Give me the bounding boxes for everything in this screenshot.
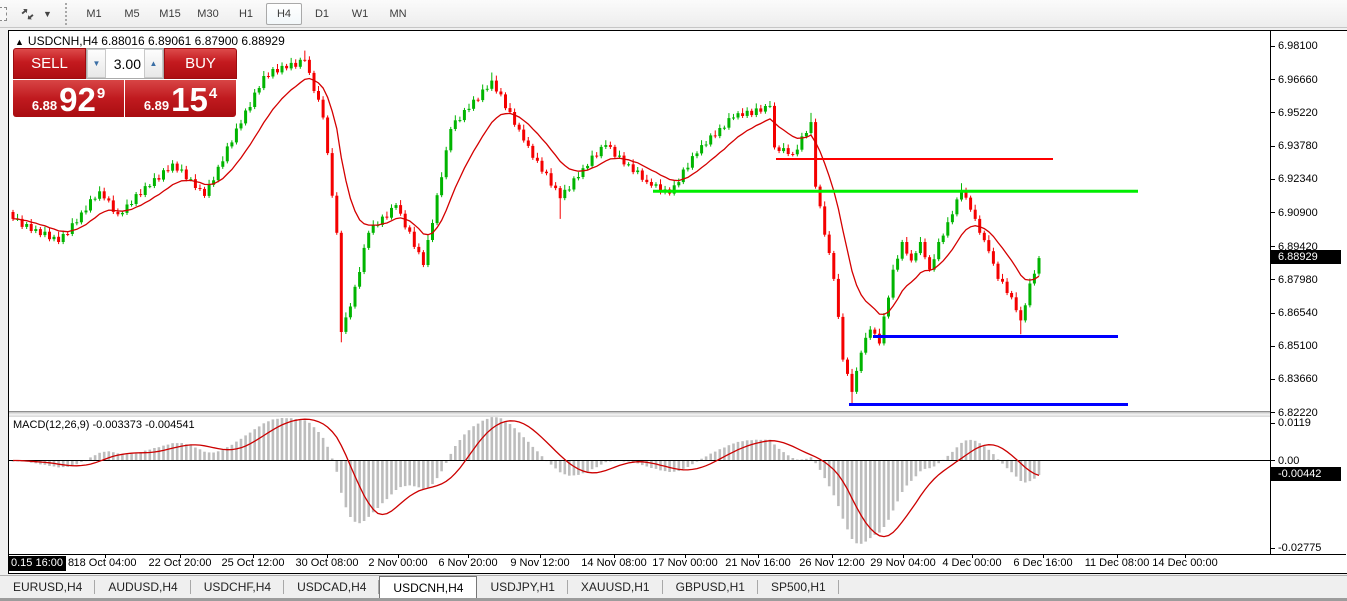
timeframe-toolbar: ▼ M1M5M15M30H1H4D1W1MN	[0, 0, 1347, 28]
volume-decrease-button[interactable]: ▼	[87, 49, 106, 78]
time-tick-label: 14 Dec 00:00	[1152, 557, 1217, 569]
grip-separator	[65, 3, 67, 25]
clipped-tool-icon[interactable]	[0, 7, 7, 21]
buy-price-button[interactable]: 6.89 15 4	[125, 80, 236, 117]
symbol-tab-usdcad[interactable]: USDCAD,H4	[284, 576, 379, 598]
time-tick-label: 9 Nov 12:00	[510, 557, 569, 569]
time-tick-label: 17 Nov 00:00	[652, 557, 717, 569]
one-click-trade-panel: SELL ▼ 3.00 ▲ BUY 6.88 92 9 6.89 15 4	[13, 48, 237, 117]
timeframe-buttons: M1M5M15M30H1H4D1W1MN	[75, 3, 417, 25]
chart-active-marker-icon: ▲	[15, 37, 24, 47]
timeframe-button-m30[interactable]: M30	[190, 3, 226, 25]
time-tick-label: 11 Dec 08:00	[1085, 557, 1150, 569]
symbol-tab-xauusd[interactable]: XAUUSD,H1	[568, 576, 663, 598]
price-tick-6.93780: 6.93780	[1271, 140, 1318, 153]
price-tick-6.83660: 6.83660	[1271, 373, 1318, 386]
symbol-tab-usdchf[interactable]: USDCHF,H4	[191, 576, 284, 598]
timeframe-button-m5[interactable]: M5	[114, 3, 150, 25]
volume-spinner: ▼ 3.00 ▲	[86, 48, 164, 79]
buy-price-pips: 15	[171, 83, 208, 116]
time-tick-label: 30 Oct 08:00	[296, 557, 359, 569]
macd-tick-0.00: 0.00	[1271, 454, 1299, 467]
dropdown-caret-icon[interactable]: ▼	[43, 9, 55, 19]
volume-increase-button[interactable]: ▲	[144, 49, 163, 78]
time-tick-mark	[1043, 555, 1044, 558]
macd-tick-0.0119: 0.0119	[1271, 417, 1311, 430]
time-tick-label: 29 Nov 04:00	[870, 557, 935, 569]
macd-current-value-label: -0.00442	[1271, 467, 1341, 481]
buy-price-point: 4	[209, 85, 217, 102]
sell-price-pips: 92	[59, 83, 96, 116]
time-tick-mark	[1185, 555, 1186, 558]
time-tick-label: 18 Oct 04:00	[74, 557, 137, 569]
symbol-tab-audusd[interactable]: AUDUSD,H4	[95, 576, 190, 598]
time-tick-mark	[685, 555, 686, 558]
time-tick-label: 4 Dec 00:00	[942, 557, 1001, 569]
chart-title: ▲ USDCNH,H4 6.88016 6.89061 6.87900 6.889…	[15, 34, 285, 48]
price-tick-6.96660: 6.96660	[1271, 73, 1318, 86]
time-tick-mark	[758, 555, 759, 558]
price-tick-6.86540: 6.86540	[1271, 307, 1318, 320]
price-tick-6.87980: 6.87980	[1271, 273, 1318, 286]
price-tick-6.85100: 6.85100	[1271, 340, 1318, 353]
macd-label: MACD(12,26,9) -0.003373 -0.004541	[13, 419, 195, 431]
time-axis[interactable]: 0.15 16:00818 Oct 04:0022 Oct 20:0025 Oc…	[9, 555, 1346, 573]
sell-price-button[interactable]: 6.88 92 9	[13, 80, 124, 117]
time-tick-label: 21 Nov 16:00	[725, 557, 790, 569]
time-tick-mark	[327, 555, 328, 558]
volume-input[interactable]: 3.00	[106, 49, 144, 78]
sell-price-prefix: 6.88	[32, 98, 57, 113]
symbol-tab-gbpusd[interactable]: GBPUSD,H1	[663, 576, 758, 598]
price-tick-6.95220: 6.95220	[1271, 106, 1318, 119]
time-tick-mark	[398, 555, 399, 558]
time-tick-label: 6 Dec 16:00	[1013, 557, 1072, 569]
chart-area: ▲USDCNH,H4 6.88016 6.89061 6.87900 6.889…	[8, 30, 1347, 574]
chart-shift-arrows-icon[interactable]	[17, 4, 41, 24]
price-tick-6.90900: 6.90900	[1271, 206, 1318, 219]
time-tick-mark	[614, 555, 615, 558]
time-tick-mark	[832, 555, 833, 558]
price-tick-6.92340: 6.92340	[1271, 173, 1318, 186]
time-tick-mark	[180, 555, 181, 558]
buy-price-prefix: 6.89	[144, 98, 169, 113]
time-tick-label: 6 Nov 20:00	[438, 557, 497, 569]
time-tick-label: 25 Oct 12:00	[222, 557, 285, 569]
time-tick-mark	[972, 555, 973, 558]
time-tick-mark	[540, 555, 541, 558]
time-tick-mark	[1117, 555, 1118, 558]
time-tick-label: 22 Oct 20:00	[149, 557, 212, 569]
current-price-label: 6.88929	[1271, 250, 1341, 264]
timeframe-button-w1[interactable]: W1	[342, 3, 378, 25]
chart-title-text: USDCNH,H4 6.88016 6.89061 6.87900 6.8892…	[28, 34, 285, 48]
timeframe-button-m15[interactable]: M15	[152, 3, 188, 25]
time-tick-mark	[903, 555, 904, 558]
symbol-tab-sp500[interactable]: SP500,H1	[758, 576, 839, 598]
macd-indicator-pane[interactable]	[9, 417, 1270, 554]
time-tick-label: 2 Nov 00:00	[368, 557, 427, 569]
sell-price-point: 9	[97, 85, 105, 102]
symbol-tab-eurusd[interactable]: EURUSD,H4	[0, 576, 95, 598]
timeframe-button-h4[interactable]: H4	[266, 3, 302, 25]
timeframe-button-h1[interactable]: H1	[228, 3, 264, 25]
timeframe-button-m1[interactable]: M1	[76, 3, 112, 25]
symbol-tab-usdjpy[interactable]: USDJPY,H1	[477, 576, 567, 598]
crosshair-time-label: 0.15 16:00	[9, 556, 66, 571]
timeframe-button-d1[interactable]: D1	[304, 3, 340, 25]
timeframe-button-mn[interactable]: MN	[380, 3, 416, 25]
time-tick-mark	[253, 555, 254, 558]
time-tick-label: 14 Nov 08:00	[581, 557, 646, 569]
buy-button[interactable]: BUY	[164, 48, 237, 79]
price-axis: 6.98100 6.96660 6.95220 6.93780 6.92340 6.909…	[1271, 31, 1346, 554]
time-tick-mark	[468, 555, 469, 558]
price-tick-6.98100: 6.98100	[1271, 40, 1318, 53]
sell-button[interactable]: SELL	[13, 48, 86, 79]
symbol-tab-usdcnh[interactable]: USDCNH,H4	[379, 576, 477, 598]
symbol-tabbar: EURUSD,H4AUDUSD,H4USDCHF,H4USDCAD,H4USDC…	[0, 575, 1347, 598]
time-tick-label: 26 Nov 12:00	[799, 557, 864, 569]
time-tick-mark	[105, 555, 106, 558]
trading-terminal-window: ▼ M1M5M15M30H1H4D1W1MN ▲USDCNH,H4 6.8801…	[0, 0, 1347, 601]
macd-tick--0.02775: -0.02775	[1271, 542, 1321, 555]
